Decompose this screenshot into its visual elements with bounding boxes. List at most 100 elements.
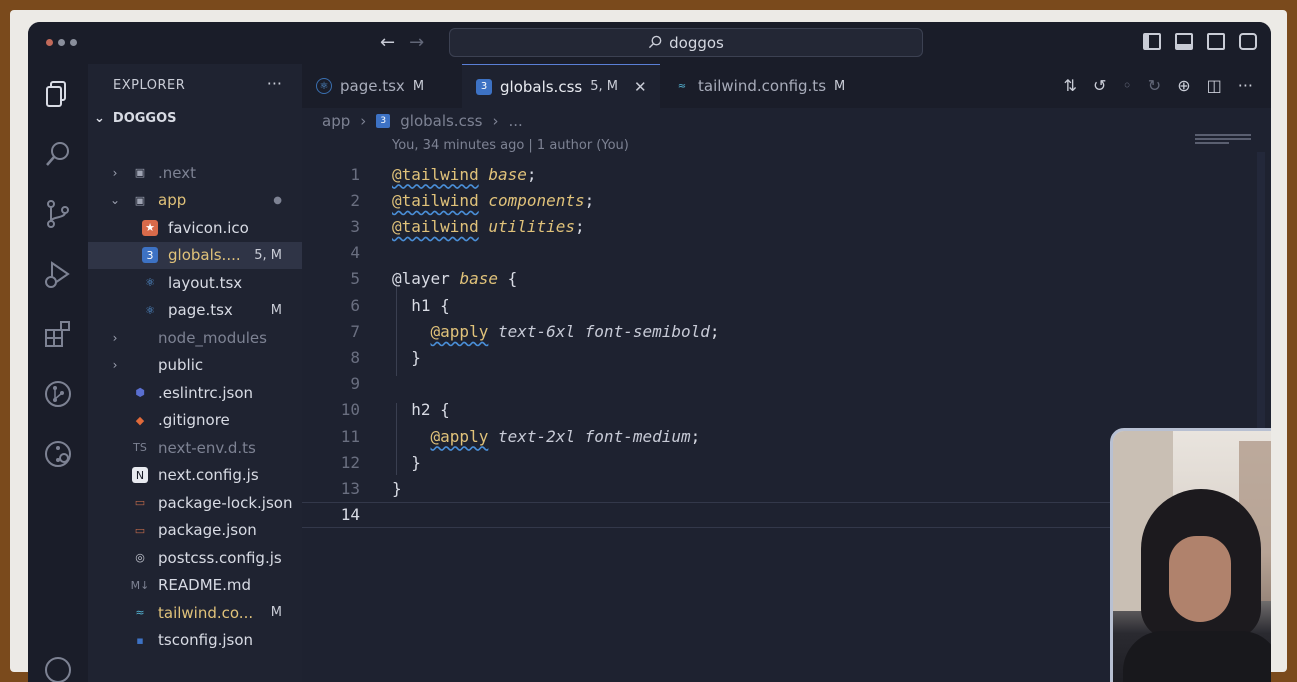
tree-item[interactable]: ⬢ .eslintrc.json [88,379,302,406]
compare-changes-icon[interactable]: ⇅ [1064,76,1077,95]
explorer-icon[interactable] [42,78,74,110]
tab-label: globals.css [500,77,583,96]
git-icon: ◆ [135,413,145,427]
tree-item[interactable]: › ▣ .next [88,159,302,186]
chevron-right-icon: › [360,112,367,130]
tree-item[interactable]: › public [88,352,302,379]
more-actions-icon[interactable]: ··· [267,74,282,93]
tree-item[interactable]: 3 globals.... 5, M [88,241,302,269]
code-line[interactable]: 6 h1 { [302,292,1271,318]
tree-item[interactable]: ⌄ ▣ app ● [88,187,302,214]
run-debug-icon[interactable] [42,258,74,290]
tree-item-label: .gitignore [158,411,230,429]
toggle-secondary-sidebar-icon[interactable] [1207,33,1225,50]
tab-globals-css[interactable]: 3 globals.css 5, M ✕ [462,64,660,108]
tree-item[interactable]: TS next-env.d.ts [88,434,302,461]
code-line[interactable]: 7 @apply text-6xl font-semibold; [302,318,1271,344]
timeline-icon[interactable]: ◦ [1122,76,1131,95]
favicon-icon: ★ [142,219,158,236]
layout-controls [1143,33,1257,50]
tree-item[interactable]: M↓ README.md [88,572,302,599]
gitlens-blame-icon[interactable]: ⊕ [1177,76,1190,95]
tab-page-tsx[interactable]: ⚛ page.tsx M [302,64,462,108]
tree-item-label: .next [158,163,196,182]
code-line[interactable]: 1 @tailwind base; [302,161,1271,187]
line-number: 7 [350,321,360,341]
tree-item-label: postcss.config.js [158,548,282,567]
customize-layout-icon[interactable] [1239,33,1257,50]
tree-item-label: page.tsx [168,301,233,319]
tree-item[interactable]: ◆ .gitignore [88,407,302,434]
toggle-panel-icon[interactable] [1175,33,1193,50]
previous-change-icon[interactable]: ↺ [1093,76,1106,95]
source-control-icon[interactable] [42,198,74,230]
breadcrumb-more[interactable]: ... [508,112,522,130]
next-change-icon[interactable]: ↻ [1148,76,1161,95]
nav-arrows: ← → [380,32,424,53]
minimap[interactable] [1195,134,1251,144]
split-editor-icon[interactable]: ◫ [1207,76,1222,95]
tree-item[interactable]: ⚛ layout.tsx [88,269,302,296]
tree-item-label: next-env.d.ts [158,438,256,457]
tree-item[interactable]: ▪ tsconfig.json [88,627,302,654]
tree-item-label: tsconfig.json [158,631,254,649]
webcam-overlay [1110,428,1271,682]
tree-item[interactable]: ◎ postcss.config.js [88,544,302,571]
codelens-blame[interactable]: You, 34 minutes ago | 1 author (You) [392,138,629,153]
extensions-icon[interactable] [42,318,74,350]
forward-arrow-icon[interactable]: → [409,32,424,53]
tab-tailwind-config[interactable]: ≈ tailwind.config.ts M [660,64,890,108]
tree-item[interactable]: › node_modules [88,324,302,351]
search-icon[interactable] [42,138,74,170]
editor-tabs: ⚛ page.tsx M 3 globals.css 5, M ✕ ≈ tail… [302,64,1271,108]
eslint-icon: ⬢ [135,386,145,399]
code-text: } [392,347,421,367]
next-icon: N [132,467,148,483]
tab-badge: 5, M [590,79,618,94]
tree-item[interactable]: Nnext.config.js [88,462,302,489]
tree-item[interactable]: ≈ tailwind.co... M [88,599,302,626]
tailwind-icon: ≈ [677,80,687,92]
tree-item-label: tailwind.co... [158,603,254,622]
code-line[interactable]: 4 [302,240,1271,266]
line-number: 10 [340,400,360,420]
tree-item-label: next.config.js [158,466,259,484]
code-line[interactable]: 5 @layer base { [302,266,1271,292]
git-graph-icon[interactable] [42,378,74,410]
chevron-down-icon: ⌄ [109,193,121,207]
code-line[interactable]: 9 [302,371,1271,397]
more-icon[interactable]: ··· [1238,76,1253,95]
postcss-icon: ◎ [135,551,145,564]
tree-item[interactable]: ▭ package.json [88,517,302,544]
code-text: @tailwind base; [392,164,537,184]
code-text: @layer base { [392,269,518,289]
toggle-sidebar-icon[interactable] [1143,33,1161,50]
code-line[interactable]: 10 h2 { [302,397,1271,423]
line-number: 5 [350,269,360,289]
code-line[interactable]: 8 } [302,344,1271,370]
ts-icon: TS [133,441,147,454]
search-text: doggos [669,33,724,52]
code-line[interactable]: 2 @tailwind components; [302,187,1271,213]
tree-item-badge: M [270,605,282,620]
window-controls[interactable] [46,39,77,46]
react-icon: ⚛ [316,78,332,94]
command-center-search[interactable]: doggos [449,28,923,57]
close-icon[interactable]: ✕ [634,78,647,96]
line-number: 8 [350,347,360,367]
accounts-icon[interactable] [42,654,74,682]
breadcrumb-folder[interactable]: app [322,112,350,130]
tree-item[interactable]: ★ favicon.ico [88,214,302,241]
code-line[interactable]: 3 @tailwind utilities; [302,213,1271,239]
gitlens-icon[interactable] [42,438,74,470]
tree-item-label: package-lock.json [158,493,293,512]
workspace-root[interactable]: ⌄ DOGGOS [94,111,177,126]
tree-item[interactable]: ▭ package-lock.json [88,489,302,516]
chevron-right-icon: › [492,112,499,130]
code-text: h1 { [392,295,450,315]
tree-item-label: app [158,191,187,209]
tree-item[interactable]: ⚛ page.tsx M [88,297,302,324]
breadcrumb-file[interactable]: globals.css [400,112,482,130]
tree-item-badge: M [270,302,282,318]
back-arrow-icon[interactable]: ← [380,32,395,53]
